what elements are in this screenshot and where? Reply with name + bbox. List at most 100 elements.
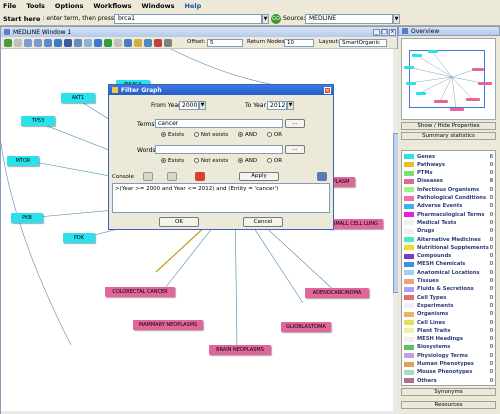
refresh-icon[interactable]: [94, 38, 102, 47]
export-icon[interactable]: [84, 38, 92, 47]
category-row[interactable]: Compounds 0: [402, 253, 497, 260]
print-icon[interactable]: [124, 38, 132, 47]
add-icon[interactable]: [4, 38, 12, 47]
category-row[interactable]: Drugs 0: [402, 228, 497, 235]
expand-icon[interactable]: [104, 38, 112, 47]
minimize-button[interactable]: _: [373, 28, 380, 36]
pin-icon[interactable]: [164, 38, 172, 47]
category-row[interactable]: MESH Chemicals 0: [402, 261, 497, 268]
menu-windows[interactable]: Windows: [142, 2, 175, 10]
words-input[interactable]: [155, 145, 283, 154]
words-and-radio[interactable]: [238, 158, 243, 163]
menu-tools[interactable]: Tools: [26, 2, 45, 10]
paste-icon[interactable]: [167, 172, 177, 181]
category-row[interactable]: Cell Lines 0: [402, 319, 497, 326]
terms-browse-button[interactable]: ...: [285, 119, 305, 128]
console-textarea[interactable]: >(Year >= 2000 and Year <= 2012) and (En…: [112, 183, 330, 213]
layout-select[interactable]: SmartOrganic: [339, 39, 387, 47]
zoom-fit-icon[interactable]: [44, 38, 52, 47]
category-row[interactable]: Physiology Terms 0: [402, 352, 497, 359]
category-row[interactable]: Pathways 0: [402, 161, 497, 168]
term-input[interactable]: brca1: [114, 14, 262, 24]
layout-icon[interactable]: [64, 38, 72, 47]
show-hide-properties-button[interactable]: Show / Hide Properties: [401, 122, 496, 130]
category-row[interactable]: Tissues 0: [402, 278, 497, 285]
category-row[interactable]: Human Phenotypes 0: [402, 361, 497, 368]
gene-node[interactable]: TP53: [21, 116, 55, 126]
apply-button[interactable]: Apply: [239, 172, 279, 181]
synonyms-button[interactable]: Synonyms: [401, 388, 496, 396]
source-dropdown-button[interactable]: ▼: [393, 14, 400, 24]
close-button[interactable]: ×: [324, 86, 331, 94]
settings-icon[interactable]: [114, 38, 122, 47]
close-button[interactable]: ×: [389, 28, 396, 36]
category-row[interactable]: Diseases 8: [402, 178, 497, 185]
disease-node[interactable]: ADENOCARCINOMA: [305, 288, 369, 298]
filter-icon[interactable]: [74, 38, 82, 47]
terms-or-radio[interactable]: [266, 132, 272, 137]
terms-and-radio[interactable]: [238, 132, 243, 137]
resources-button[interactable]: Resources: [401, 401, 496, 409]
terms-exists-radio[interactable]: [161, 132, 166, 137]
category-row[interactable]: Adverse Events 0: [402, 203, 497, 210]
gene-node[interactable]: PDK: [63, 233, 95, 243]
terms-not-exists-radio[interactable]: [193, 132, 199, 137]
category-row[interactable]: Pathological Conditions 0: [402, 195, 497, 202]
disease-node[interactable]: GLIOBLASTOMA: [281, 322, 331, 332]
category-row[interactable]: Organisms 0: [402, 311, 497, 318]
from-year-dropdown-button[interactable]: ▼: [199, 101, 206, 110]
category-row[interactable]: Infectious Organisms 0: [402, 186, 497, 193]
gene-node[interactable]: MTOR: [7, 156, 39, 166]
words-browse-button[interactable]: ...: [285, 145, 305, 154]
summary-statistics-tab[interactable]: Summary statistics: [401, 132, 496, 140]
go-button[interactable]: GO: [271, 14, 281, 24]
category-row[interactable]: Mouse Phenotypes 0: [402, 369, 497, 376]
menu-options[interactable]: Options: [55, 2, 83, 10]
grid-icon[interactable]: [54, 38, 62, 47]
category-row[interactable]: Fluids & Secretions 0: [402, 286, 497, 293]
zoom-in-icon[interactable]: [24, 38, 32, 47]
offset-input[interactable]: 5: [207, 39, 243, 47]
to-year-select[interactable]: 2012: [267, 101, 287, 110]
clear-icon[interactable]: [195, 172, 205, 181]
gene-node[interactable]: PKB: [11, 213, 43, 223]
category-row[interactable]: Anatomical Locations 0: [402, 269, 497, 276]
to-year-dropdown-button[interactable]: ▼: [287, 101, 294, 110]
copy-icon[interactable]: [143, 172, 153, 181]
category-row[interactable]: Experiments 0: [402, 302, 497, 309]
disease-node[interactable]: BRAIN NEOPLASMS: [209, 345, 271, 355]
disease-node[interactable]: COLORECTAL CANCER: [105, 287, 175, 297]
disease-node[interactable]: MAMMARY NEOPLASMS: [133, 320, 203, 330]
menu-help[interactable]: Help: [185, 2, 202, 10]
words-exists-radio[interactable]: [161, 158, 166, 163]
ok-button[interactable]: OK: [159, 217, 199, 227]
menu-workflows[interactable]: Workflows: [93, 2, 131, 10]
category-row[interactable]: Biosystems 0: [402, 344, 497, 351]
disease-node[interactable]: SMALL CELL LUNG: [327, 219, 383, 229]
overview-map[interactable]: [401, 38, 496, 120]
category-row[interactable]: Others 0: [402, 377, 497, 384]
return-nodes-input[interactable]: 10: [284, 39, 314, 47]
from-year-select[interactable]: 2000: [179, 101, 199, 110]
gene-node[interactable]: AKT1: [61, 93, 95, 103]
bookmark-icon[interactable]: [134, 38, 142, 47]
category-row[interactable]: MESH Headings 0: [402, 336, 497, 343]
term-dropdown-button[interactable]: ▼: [262, 14, 269, 24]
words-not-exists-radio[interactable]: [193, 158, 199, 163]
category-row[interactable]: Alternative Medicines 0: [402, 236, 497, 243]
maximize-button[interactable]: □: [381, 28, 388, 36]
category-row[interactable]: Pharmacological Terms 0: [402, 211, 497, 218]
terms-input[interactable]: cancer: [155, 119, 283, 128]
menu-file[interactable]: File: [3, 2, 16, 10]
category-row[interactable]: PTMs 0: [402, 170, 497, 177]
cancel-button[interactable]: Cancel: [243, 217, 283, 227]
source-select[interactable]: MEDLINE: [305, 14, 393, 24]
category-row[interactable]: Plant Traits 0: [402, 327, 497, 334]
link-icon[interactable]: [317, 172, 327, 181]
delete-icon[interactable]: [154, 38, 162, 47]
category-row[interactable]: Genes 6: [402, 153, 497, 160]
select-icon[interactable]: [14, 38, 22, 47]
zoom-out-icon[interactable]: [34, 38, 42, 47]
info-icon[interactable]: [144, 38, 152, 47]
category-row[interactable]: Nutritional Supplements 0: [402, 244, 497, 251]
